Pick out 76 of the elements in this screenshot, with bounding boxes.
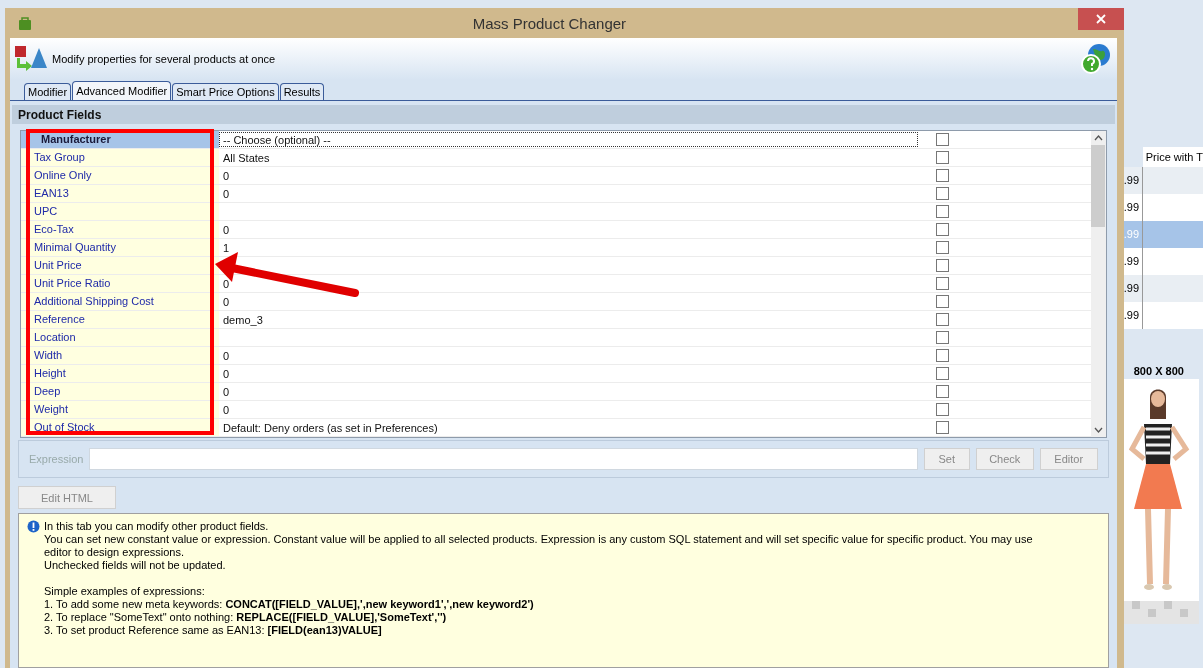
checkbox[interactable] (935, 241, 949, 254)
window-title: Mass Product Changer (471, 14, 628, 32)
checkbox[interactable] (935, 367, 949, 380)
help-text: 1. To add some new meta keywords: CONCAT([FIELD_VALUE],',new keyword1',',new keyword2') (44, 598, 535, 611)
field-value[interactable]: 0 (219, 294, 918, 309)
help-globe-icon[interactable] (1078, 43, 1111, 75)
tab[interactable]: Results (279, 83, 325, 100)
checkbox[interactable] (935, 403, 949, 416)
checkbox[interactable] (935, 259, 949, 272)
field-name[interactable]: Deep (21, 383, 219, 400)
shapes-icon (14, 44, 48, 74)
field-name[interactable]: Unit Price (21, 257, 219, 274)
help-text: You can set new constant value or expression. Constant value will be applied to all selected products. Expression is any custom SQL statement and will set specific value for specific product. You may use editor to design expressions. (44, 533, 1034, 559)
field-value[interactable]: 0 (219, 186, 918, 201)
checkbox[interactable] (935, 277, 949, 290)
field-value[interactable]: 1 (219, 240, 918, 255)
checkbox[interactable] (935, 385, 949, 398)
field-name[interactable]: UPC (21, 203, 219, 220)
field-name[interactable]: Reference (21, 311, 219, 328)
bag-icon (18, 16, 32, 30)
checkbox[interactable] (935, 223, 949, 236)
section-title: Product Fields (18, 107, 102, 122)
checkbox[interactable] (935, 295, 949, 308)
help-text: Unchecked fields will not be updated. (44, 559, 227, 572)
field-name[interactable]: Tax Group (21, 149, 219, 166)
scrollbar[interactable] (1090, 131, 1106, 437)
checkbox[interactable] (935, 133, 949, 146)
info-icon (27, 520, 40, 533)
header-text: Modify properties for several products at once (52, 53, 277, 65)
field-value[interactable]: 0 (219, 402, 918, 417)
help-text: Simple examples of expressions: (44, 585, 206, 598)
expression-label: Expression (29, 453, 84, 465)
table-row[interactable]: .99 (1123, 302, 1203, 329)
help-text: In this tab you can modify other product fields. (44, 520, 270, 533)
checkbox[interactable] (935, 205, 949, 218)
column-header: Price with T (1142, 147, 1203, 167)
field-name[interactable]: Minimal Quantity (21, 239, 219, 256)
help-text: 3. To set product Reference same as EAN13: [FIELD(ean13)VALUE] (44, 624, 383, 637)
field-name[interactable]: Additional Shipping Cost (21, 293, 219, 310)
close-button[interactable] (1077, 8, 1124, 30)
field-name[interactable]: Height (21, 365, 219, 382)
checkbox[interactable] (935, 421, 949, 434)
field-name[interactable]: Eco-Tax (21, 221, 219, 238)
field-value[interactable]: All States (219, 150, 918, 165)
field-value[interactable]: 0 (219, 168, 918, 183)
table-row[interactable]: .99 (1123, 248, 1203, 275)
field-name[interactable]: Location (21, 329, 219, 346)
tab[interactable]: Advanced Modifier (72, 81, 172, 100)
field-name[interactable]: Unit Price Ratio (21, 275, 219, 292)
field-name[interactable]: EAN13 (21, 185, 219, 202)
field-value[interactable]: 0 (219, 276, 918, 291)
table-row[interactable]: .99 (1123, 194, 1203, 221)
checkbox[interactable] (935, 169, 949, 182)
tab[interactable]: Modifier (24, 83, 72, 100)
field-name[interactable]: Width (21, 347, 219, 364)
image-size-label: 800 X 800 (1133, 365, 1185, 377)
field-value[interactable]: Default: Deny orders (as set in Preferences) (219, 420, 918, 435)
tab[interactable]: Smart Price Options (172, 83, 279, 100)
table-row[interactable]: .99 (1123, 167, 1203, 194)
table-row[interactable]: .99 (1123, 275, 1203, 302)
field-value[interactable]: 0 (219, 366, 918, 381)
field-value[interactable]: 0 (219, 384, 918, 399)
table-cell: .99 (1123, 302, 1143, 329)
field-value[interactable]: 0 (219, 222, 918, 237)
checkbox[interactable] (935, 187, 949, 200)
field-name[interactable]: Weight (21, 401, 219, 418)
field-value[interactable]: -- Choose (optional) -- (219, 132, 918, 147)
checkbox[interactable] (935, 313, 949, 326)
close-icon (1095, 14, 1106, 24)
field-value[interactable]: demo_3 (219, 312, 918, 327)
checkbox[interactable] (935, 331, 949, 344)
field-value[interactable]: 0 (219, 348, 918, 363)
checkbox[interactable] (935, 151, 949, 164)
field-name[interactable]: Online Only (21, 167, 219, 184)
checkbox[interactable] (935, 349, 949, 362)
help-text: 2. To replace "SomeText" onto nothing: REPLACE([FIELD_VALUE],'SomeText','') (44, 611, 448, 624)
